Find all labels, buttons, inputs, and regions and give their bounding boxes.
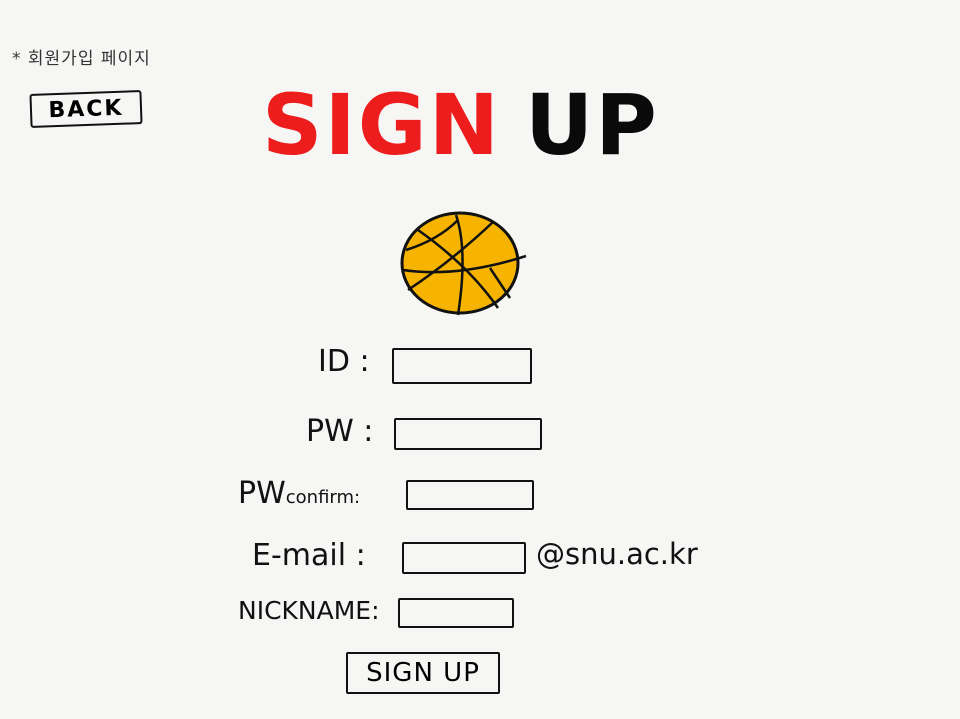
- title-sign: SIGN: [262, 76, 501, 174]
- title-up: UP: [525, 76, 659, 174]
- back-button[interactable]: BACK: [29, 90, 143, 128]
- id-label: ID :: [318, 344, 370, 379]
- email-input[interactable]: [402, 542, 526, 574]
- page-note: * 회원가입 페이지: [12, 49, 151, 69]
- signup-page: * 회원가입 페이지 BACK SIGN UP ID : PW : PWconfi…: [0, 0, 960, 719]
- pw-confirm-label-small: confirm:: [285, 487, 361, 508]
- email-domain-suffix: @snu.ac.kr: [536, 537, 698, 571]
- pw-input[interactable]: [394, 418, 542, 450]
- nickname-label: NICKNAME:: [238, 596, 380, 625]
- nickname-input[interactable]: [398, 598, 514, 628]
- email-label: E-mail :: [252, 538, 366, 573]
- pw-confirm-label: PWconfirm:: [238, 476, 360, 511]
- basketball-icon: [398, 210, 528, 320]
- pw-confirm-input[interactable]: [406, 480, 534, 510]
- pw-label: PW :: [306, 414, 374, 449]
- pw-confirm-label-main: PW: [238, 476, 286, 511]
- page-title: SIGN UP: [262, 76, 659, 174]
- id-input[interactable]: [392, 348, 532, 384]
- signup-submit-button[interactable]: SIGN UP: [346, 652, 500, 694]
